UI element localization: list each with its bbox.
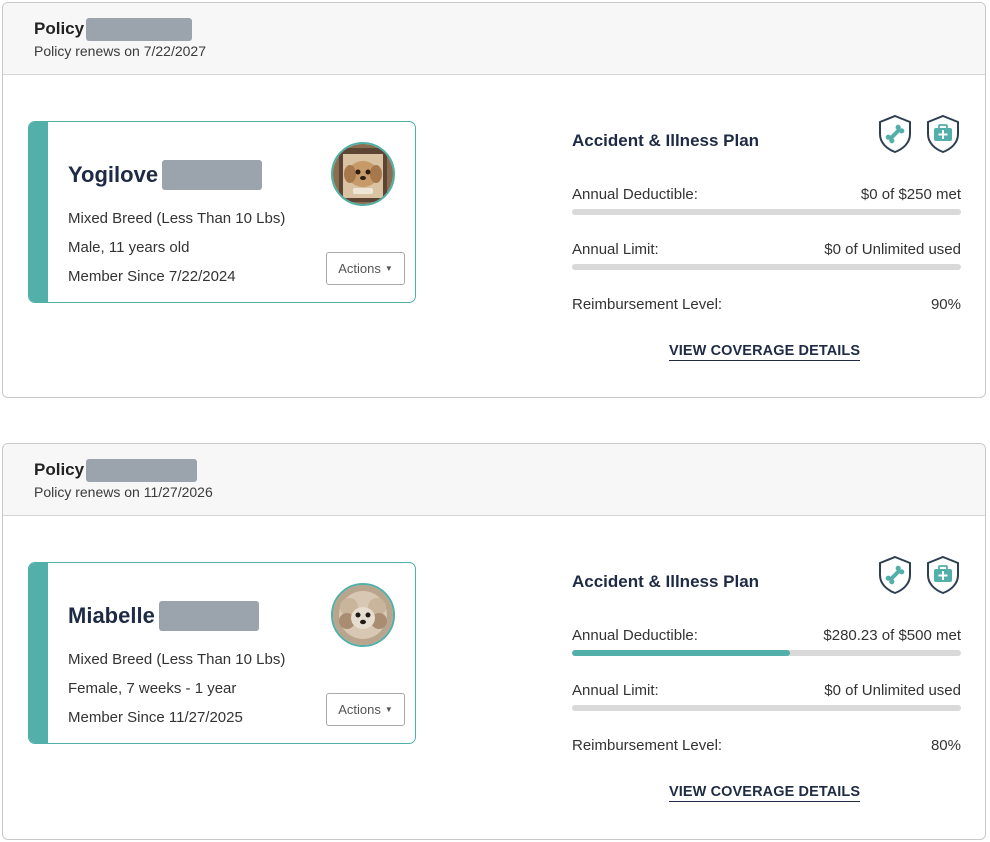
bone-shield-icon bbox=[879, 114, 911, 154]
pet-name: Yogilove bbox=[68, 162, 159, 187]
policy-label: Policy bbox=[34, 19, 85, 38]
redacted-policy-number bbox=[86, 458, 198, 482]
view-coverage-details-link[interactable]: VIEW COVERAGE DETAILS bbox=[669, 343, 861, 361]
reimbursement-level-value: 80% bbox=[930, 737, 961, 754]
actions-dropdown-button[interactable]: Actions ▼ bbox=[326, 252, 405, 285]
redacted-pet-surname bbox=[162, 160, 263, 190]
pet-member-since: Member Since 7/22/2024 bbox=[68, 268, 236, 285]
policy-header: Policy Policy renews on 7/22/2027 bbox=[3, 3, 985, 75]
pet-card: Yogilove Mixed Breed (Less Than 10 Lbs) … bbox=[28, 121, 416, 303]
redacted-pet-surname bbox=[158, 601, 259, 631]
policy-title: Policy bbox=[34, 458, 198, 482]
pet-breed: Mixed Breed (Less Than 10 Lbs) bbox=[68, 210, 286, 227]
pet-breed: Mixed Breed (Less Than 10 Lbs) bbox=[68, 651, 286, 668]
reimbursement-level-row: Reimbursement Level: 90% bbox=[572, 296, 961, 316]
policy-renewal-date: Policy renews on 11/27/2026 bbox=[34, 484, 213, 500]
pet-card-accent-stripe bbox=[29, 122, 48, 302]
policy-card: Policy Policy renews on 7/22/2027 Yogilo… bbox=[2, 2, 986, 398]
pet-name-row: Yogilove bbox=[68, 159, 263, 191]
plan-icons bbox=[877, 114, 961, 154]
reimbursement-level-label: Reimbursement Level: bbox=[572, 737, 723, 754]
annual-deductible-label: Annual Deductible: bbox=[572, 186, 698, 203]
pet-sex-age: Male, 11 years old bbox=[68, 239, 190, 256]
plan-title: Accident & Illness Plan bbox=[572, 572, 760, 591]
pet-name: Miabelle bbox=[68, 603, 155, 628]
policy-label: Policy bbox=[34, 460, 85, 479]
annual-limit-label: Annual Limit: bbox=[572, 682, 659, 699]
annual-limit-row: Annual Limit: $0 of Unlimited used bbox=[572, 241, 961, 261]
policy-renewal-date: Policy renews on 7/22/2027 bbox=[34, 43, 206, 59]
annual-limit-label: Annual Limit: bbox=[572, 241, 659, 258]
reimbursement-level-value: 90% bbox=[930, 296, 961, 313]
pet-name-row: Miabelle bbox=[68, 600, 259, 632]
annual-limit-value: $0 of Unlimited used bbox=[824, 682, 961, 699]
annual-deductible-progress bbox=[572, 209, 961, 215]
annual-deductible-value: $0 of $250 met bbox=[860, 186, 961, 203]
redacted-policy-number bbox=[86, 17, 193, 41]
policy-card: Policy Policy renews on 11/27/2026 Miabe… bbox=[2, 443, 986, 840]
reimbursement-level-row: Reimbursement Level: 80% bbox=[572, 737, 961, 757]
annual-deductible-row: Annual Deductible: $280.23 of $500 met bbox=[572, 627, 961, 647]
actions-dropdown-button[interactable]: Actions ▼ bbox=[326, 693, 405, 726]
pet-card: Miabelle Mixed Breed (Less Than 10 Lbs) … bbox=[28, 562, 416, 744]
actions-label: Actions bbox=[338, 261, 381, 276]
annual-limit-value: $0 of Unlimited used bbox=[824, 241, 961, 258]
annual-deductible-progress bbox=[572, 650, 961, 656]
pet-avatar bbox=[331, 583, 395, 647]
annual-limit-row: Annual Limit: $0 of Unlimited used bbox=[572, 682, 961, 702]
plan-title: Accident & Illness Plan bbox=[572, 131, 760, 150]
plan-icons bbox=[877, 555, 961, 595]
medical-kit-shield-icon bbox=[927, 114, 959, 154]
bone-shield-icon bbox=[879, 555, 911, 595]
policy-title: Policy bbox=[34, 17, 193, 41]
actions-label: Actions bbox=[338, 702, 381, 717]
caret-down-icon: ▼ bbox=[384, 705, 393, 714]
medical-kit-shield-icon bbox=[927, 555, 959, 595]
policy-header: Policy Policy renews on 11/27/2026 bbox=[3, 444, 985, 516]
annual-deductible-progress-fill bbox=[572, 650, 791, 656]
pet-card-accent-stripe bbox=[29, 563, 48, 743]
view-coverage-details-link[interactable]: VIEW COVERAGE DETAILS bbox=[669, 784, 861, 802]
annual-deductible-label: Annual Deductible: bbox=[572, 627, 698, 644]
annual-limit-progress bbox=[572, 264, 961, 270]
pet-sex-age: Female, 7 weeks - 1 year bbox=[68, 680, 237, 697]
caret-down-icon: ▼ bbox=[384, 264, 393, 273]
annual-limit-progress bbox=[572, 705, 961, 711]
annual-deductible-value: $280.23 of $500 met bbox=[823, 627, 961, 644]
reimbursement-level-label: Reimbursement Level: bbox=[572, 296, 723, 313]
annual-deductible-row: Annual Deductible: $0 of $250 met bbox=[572, 186, 961, 206]
pet-member-since: Member Since 11/27/2025 bbox=[68, 709, 243, 726]
pet-avatar bbox=[331, 142, 395, 206]
